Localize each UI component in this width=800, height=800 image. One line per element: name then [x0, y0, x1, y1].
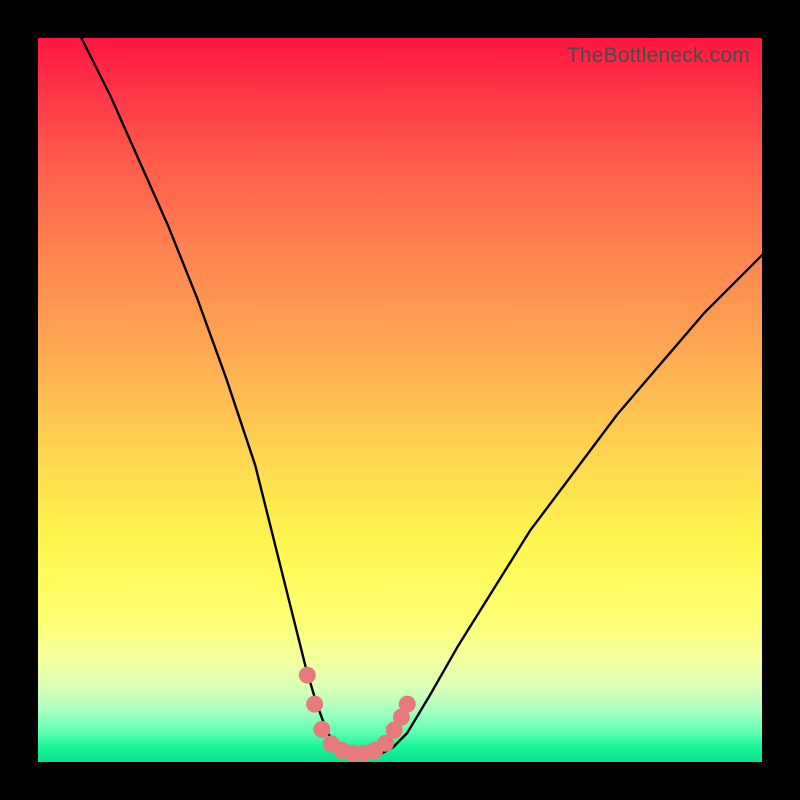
- highlight-dot: [313, 721, 330, 738]
- chart-frame: TheBottleneck.com: [0, 0, 800, 800]
- highlight-dot: [306, 696, 323, 713]
- highlight-dots: [299, 667, 416, 762]
- highlight-dot: [355, 745, 372, 762]
- highlight-dot: [386, 722, 403, 739]
- curve-layer: [38, 38, 762, 762]
- highlight-dot: [399, 696, 416, 713]
- watermark-text: TheBottleneck.com: [567, 44, 750, 68]
- highlight-dot: [299, 667, 316, 684]
- plot-area: TheBottleneck.com: [38, 38, 762, 762]
- highlight-dot: [323, 735, 340, 752]
- highlight-dot: [366, 742, 383, 759]
- bottleneck-curve: [81, 38, 762, 755]
- highlight-dot: [393, 709, 410, 726]
- highlight-dot: [344, 745, 361, 762]
- highlight-dot: [334, 742, 351, 759]
- highlight-dot: [377, 735, 394, 752]
